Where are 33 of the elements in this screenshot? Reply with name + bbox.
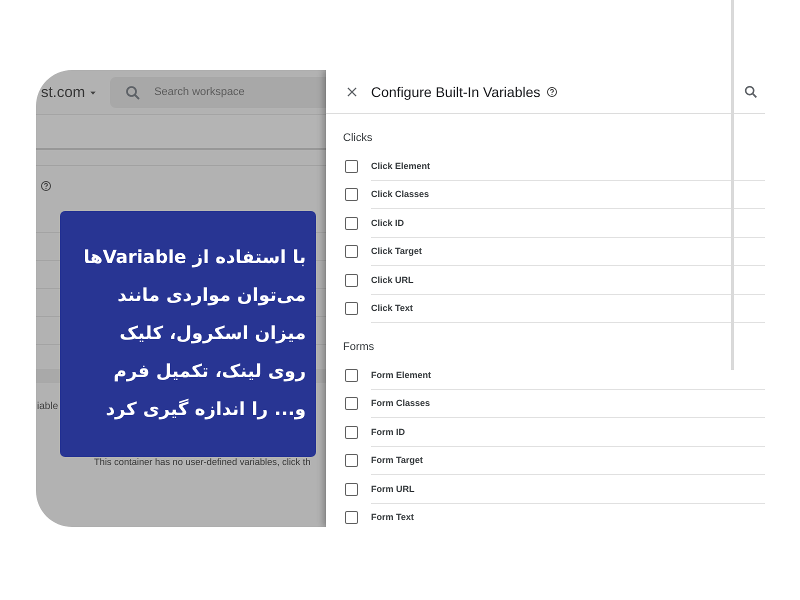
caret-icon: [89, 88, 98, 96]
callout-text: با استفاده از Variableها می‌توان مواردی مانند میزان اسکرول، کلیک روی لینک، تکمیل فرم و... را اندازه گیری کرد: [82, 246, 306, 422]
checkbox[interactable]: [345, 397, 358, 410]
checkbox[interactable]: [345, 454, 358, 468]
checkbox[interactable]: [345, 188, 358, 202]
scrollbar[interactable]: [731, 0, 734, 370]
search-icon: [124, 84, 142, 102]
search-field[interactable]: Search workspace: [110, 76, 326, 108]
panel-title: Configure Built-In Variables: [371, 84, 540, 100]
search-icon[interactable]: [743, 84, 759, 100]
variable-label: Form Text: [371, 504, 765, 527]
checkbox[interactable]: [345, 511, 358, 524]
variable-label: Form Target: [371, 446, 765, 475]
variable-label: Form Classes: [371, 390, 765, 418]
checkbox[interactable]: [345, 482, 358, 496]
variable-label: Form Element: [371, 361, 765, 390]
help-icon[interactable]: [40, 180, 52, 192]
close-icon[interactable]: [345, 84, 359, 98]
checkbox[interactable]: [345, 274, 358, 287]
checkbox[interactable]: [345, 245, 358, 258]
help-icon[interactable]: [546, 86, 558, 98]
checkbox[interactable]: [345, 160, 358, 173]
checkbox[interactable]: [345, 368, 358, 382]
account-switcher[interactable]: st.com: [41, 84, 98, 100]
variable-label: Form ID: [371, 418, 765, 446]
section-heading: Forms: [342, 340, 376, 355]
section-heading: Clicks: [342, 131, 374, 146]
checkbox[interactable]: [345, 216, 358, 230]
empty-message: This container has no user-defined variables, click th: [94, 457, 311, 467]
variable-label: Form URL: [371, 475, 765, 504]
checkbox[interactable]: [345, 426, 358, 439]
table-header-text: iable: [37, 400, 58, 412]
checkbox[interactable]: [345, 302, 358, 316]
